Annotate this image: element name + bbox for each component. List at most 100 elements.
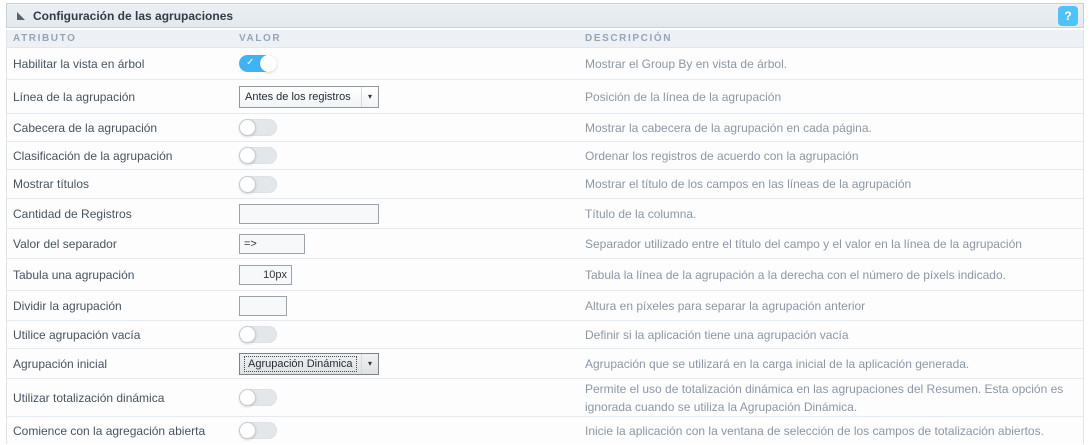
description-cell: Título de la columna. [585, 205, 1083, 223]
row-description: Inicie la aplicación con la ventana de s… [585, 423, 1044, 438]
description-cell: Ordenar los registros de acuerdo con la … [585, 147, 1083, 165]
table-row: Línea de la agrupación Antes de los regis… [7, 79, 1083, 113]
chevron-down-icon: ▾ [361, 353, 378, 374]
toggle-knob [239, 147, 256, 164]
toggle-knob [239, 326, 256, 343]
attribute-cell: Utilice agrupación vacía [7, 326, 239, 344]
column-header-attribute: ATRIBUTO [13, 33, 77, 44]
table-row: Agrupación inicial Agrupación Dinámica ▾ Ag… [7, 348, 1083, 378]
table-row: Utilizar totalización dinámica ✓ Permite e… [7, 378, 1083, 416]
attribute-label: Línea de la agrupación [13, 89, 136, 104]
attribute-cell: Comience con la agregación abierta [7, 422, 239, 440]
value-cell: ✓ [239, 147, 585, 164]
select-initial-group[interactable]: Agrupación Dinámica ▾ [239, 352, 379, 375]
row-description: Separador utilizado entre el título del … [585, 236, 1022, 251]
value-cell: Agrupación Dinámica ▾ [239, 352, 585, 375]
toggle-group-sorting[interactable]: ✓ [239, 147, 277, 164]
row-description: Definir si la aplicación tiene una agrup… [585, 327, 849, 342]
description-cell: Mostrar el Group By en vista de árbol. [585, 55, 1083, 73]
value-cell: ✓ [239, 175, 585, 193]
attribute-label: Dividir la agrupación [13, 298, 122, 313]
select-value: Antes de los registros [245, 90, 351, 103]
toggle-empty-group[interactable]: ✓ [239, 326, 277, 343]
value-cell: ✓ [239, 55, 585, 72]
table-row: Cantidad de Registros Título de la column… [7, 198, 1083, 228]
column-header-description: DESCRIPCIÓN [585, 33, 673, 44]
table-row: Habilitar la vista en árbol ✓ Mostrar el G… [7, 48, 1083, 79]
value-cell: ✓ [239, 326, 585, 343]
description-cell: Definir si la aplicación tiene una agrup… [585, 326, 1083, 344]
groupings-config-panel: Configuración de las agrupaciones ? ATRI… [6, 3, 1084, 444]
table-row: Utilice agrupación vacía ✓ Definir si la a… [7, 320, 1083, 348]
help-button[interactable]: ? [1058, 6, 1078, 26]
config-table: ATRIBUTO VALOR DESCRIPCIÓN Habilitar la … [6, 30, 1084, 444]
column-header-value: VALOR [239, 33, 282, 44]
chevron-down-icon: ▾ [361, 86, 378, 107]
attribute-cell: Agrupación inicial [7, 355, 239, 373]
toggle-knob [239, 389, 256, 406]
row-description: Ordenar los registros de acuerdo con la … [585, 148, 859, 163]
description-cell: Permite el uso de totalización dinámica … [585, 380, 1083, 416]
panel-title: Configuración de las agrupaciones [33, 8, 234, 23]
row-description: Tabula la línea de la agrupación a la de… [585, 267, 1006, 282]
description-cell: Separador utilizado entre el título del … [585, 235, 1083, 253]
toggle-show-titles[interactable]: ✓ [239, 175, 277, 193]
toggle-start-aggregation-open[interactable]: ✓ [239, 422, 277, 439]
attribute-label: Habilitar la vista en árbol [13, 56, 145, 71]
description-cell: Altura en píxeles para separar la agrupa… [585, 297, 1083, 315]
table-row: Valor del separador Separador utilizado e… [7, 228, 1083, 258]
description-cell: Mostrar la cabecera de la agrupación en … [585, 119, 1083, 137]
attribute-label: Mostrar títulos [13, 177, 90, 191]
row-description: Permite el uso de totalización dinámica … [585, 381, 1064, 414]
description-cell: Posición de la línea de la agrupación [585, 88, 1083, 106]
input-separator-value[interactable] [239, 233, 305, 254]
table-row: Dividir la agrupación Altura en píxeles p… [7, 290, 1083, 320]
toggle-knob [239, 422, 256, 439]
description-cell: Inicie la aplicación con la ventana de s… [585, 422, 1083, 440]
attribute-label: Cabecera de la agrupación [13, 120, 158, 135]
check-icon: ✓ [246, 57, 255, 68]
value-cell: Antes de los registros ▾ [239, 85, 585, 108]
attribute-cell: Valor del separador [7, 235, 239, 253]
table-row: Comience con la agregación abierta ✓ Inici… [7, 416, 1083, 444]
table-row: Clasificación de la agrupación ✓ Ordenar l… [7, 141, 1083, 169]
attribute-cell: Mostrar títulos [7, 175, 239, 193]
toggle-enable-tree-view[interactable]: ✓ [239, 55, 277, 72]
attribute-label: Tabula una agrupación [13, 267, 135, 282]
attribute-cell: Cantidad de Registros [7, 205, 239, 223]
input-group-indent[interactable] [239, 264, 292, 285]
attribute-cell: Dividir la agrupación [7, 297, 239, 315]
collapse-triangle-icon[interactable] [17, 11, 25, 20]
toggle-knob [239, 175, 256, 193]
value-cell: ✓ [239, 389, 585, 406]
toggle-group-header[interactable]: ✓ [239, 119, 277, 136]
toggle-knob [239, 119, 256, 136]
panel-header[interactable]: Configuración de las agrupaciones ? [6, 3, 1084, 28]
select-group-line[interactable]: Antes de los registros ▾ [239, 85, 379, 108]
attribute-cell: Clasificación de la agrupación [7, 147, 239, 165]
attribute-cell: Línea de la agrupación [7, 88, 239, 106]
toggle-dynamic-totalization[interactable]: ✓ [239, 389, 277, 406]
table-row: Tabula una agrupación Tabula la línea de … [7, 258, 1083, 290]
row-description: Altura en píxeles para separar la agrupa… [585, 298, 866, 313]
value-cell [239, 233, 585, 254]
attribute-label: Agrupación inicial [13, 356, 108, 371]
attribute-cell: Cabecera de la agrupación [7, 119, 239, 137]
attribute-label: Utilice agrupación vacía [13, 327, 141, 342]
select-value: Agrupación Dinámica [244, 355, 357, 372]
row-description: Mostrar la cabecera de la agrupación en … [585, 120, 872, 135]
row-description: Mostrar el Group By en vista de árbol. [585, 56, 788, 71]
input-split-group[interactable] [239, 295, 287, 316]
row-description: Agrupación que se utilizará en la carga … [585, 356, 970, 371]
description-cell: Tabula la línea de la agrupación a la de… [585, 266, 1083, 284]
row-description: Posición de la línea de la agrupación [585, 89, 782, 104]
attribute-cell: Habilitar la vista en árbol [7, 55, 239, 73]
table-header-row: ATRIBUTO VALOR DESCRIPCIÓN [7, 30, 1083, 48]
attribute-label: Comience con la agregación abierta [13, 423, 206, 438]
table-row: Mostrar títulos ✓ Mostrar el título de los… [7, 169, 1083, 198]
value-cell [239, 264, 585, 285]
value-cell [239, 295, 585, 316]
table-row: Cabecera de la agrupación ✓ Mostrar la cab… [7, 113, 1083, 141]
input-record-count[interactable] [239, 203, 379, 224]
row-description: Mostrar el título de los campos en las l… [585, 177, 912, 191]
